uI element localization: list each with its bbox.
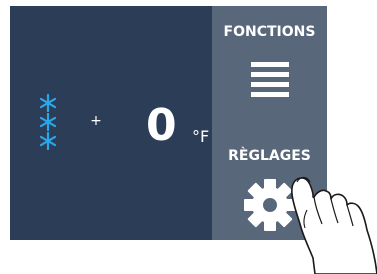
gear-icon bbox=[244, 179, 296, 231]
temperature-unit: °F bbox=[192, 127, 210, 146]
functions-button[interactable]: FONCTIONS bbox=[212, 6, 327, 123]
snowflake-icon bbox=[39, 94, 57, 112]
temperature-display: + 0 °F bbox=[10, 6, 212, 240]
snowflake-icon bbox=[39, 113, 57, 131]
functions-label: FONCTIONS bbox=[223, 24, 316, 40]
hamburger-menu-icon bbox=[251, 62, 289, 97]
freezer-indicator bbox=[39, 94, 57, 151]
pointing-hand-icon bbox=[291, 176, 377, 274]
temperature-value: 0 bbox=[146, 100, 177, 151]
settings-label: RÈGLAGES bbox=[228, 148, 311, 164]
temperature-sign: + bbox=[90, 113, 102, 129]
snowflake-icon bbox=[39, 132, 57, 150]
